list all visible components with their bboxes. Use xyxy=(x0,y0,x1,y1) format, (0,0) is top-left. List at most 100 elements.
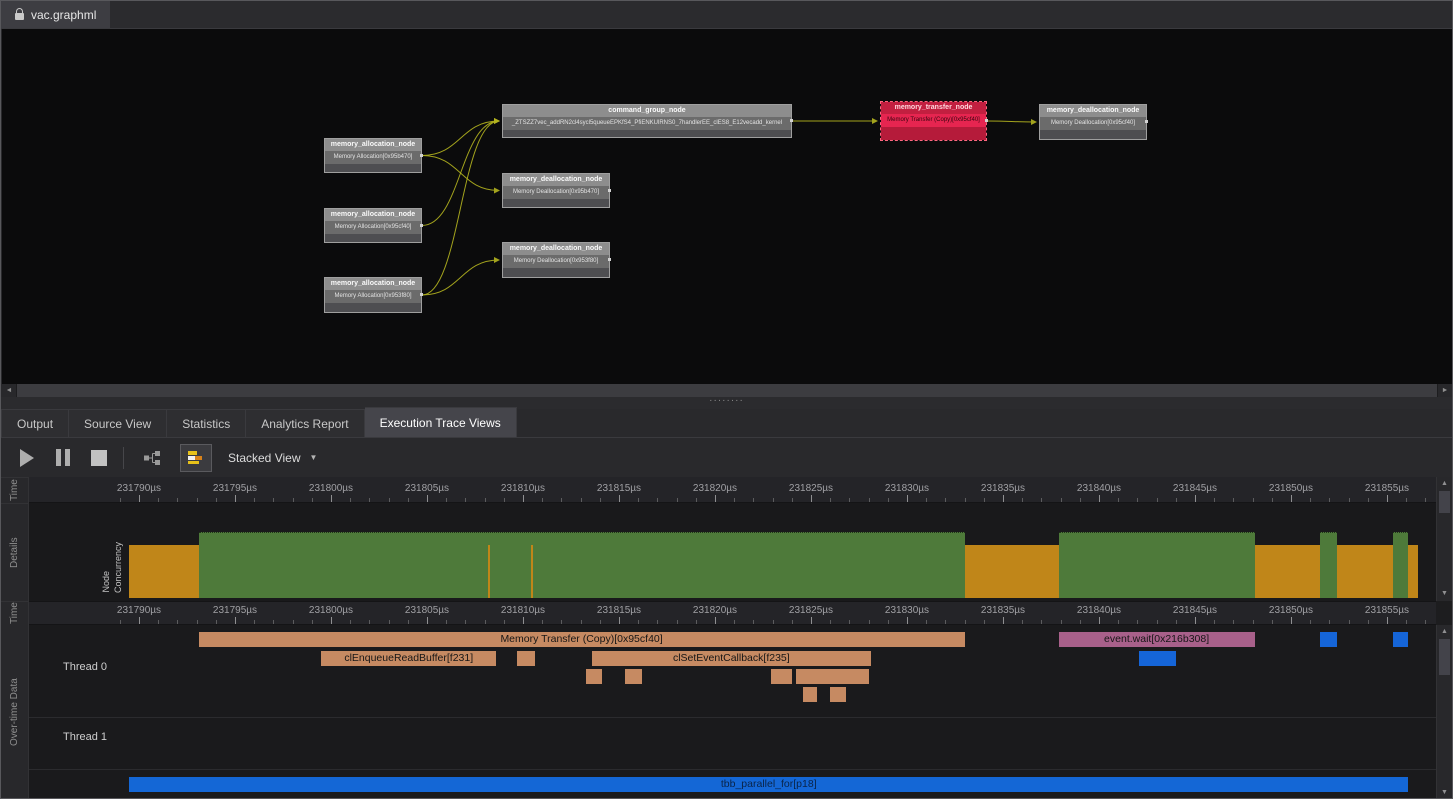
trace-bar[interactable]: clSetEventCallback[f235] xyxy=(592,651,870,666)
ruler-minor-tick xyxy=(273,498,274,502)
ruler-minor-tick xyxy=(849,498,850,502)
trace-bar[interactable]: Memory Transfer (Copy)[0x95cf40] xyxy=(199,632,965,647)
ruler-minor-tick xyxy=(254,498,255,502)
trace-bar[interactable] xyxy=(803,687,816,702)
ruler-minor-tick xyxy=(1272,498,1273,502)
trace-bar[interactable] xyxy=(1393,632,1408,647)
ruler-major-tick xyxy=(1387,617,1388,624)
ruler-major-tick xyxy=(427,617,428,624)
timeline-side-strip: Time Details Time Over-time Data xyxy=(1,477,29,799)
overtime-vertical-scrollbar[interactable]: ▲ ▼ xyxy=(1436,625,1452,799)
scroll-left-icon[interactable]: ◄ xyxy=(2,384,16,397)
ruler-tick-label: 231795µs xyxy=(213,605,257,616)
thread-row-separator xyxy=(29,717,1436,718)
ruler-minor-tick xyxy=(1176,498,1177,502)
trace-bar[interactable] xyxy=(796,669,869,684)
graph-node-d1[interactable]: memory_deallocation_nodeMemory Deallocat… xyxy=(502,173,610,208)
tab-analytics-report[interactable]: Analytics Report xyxy=(246,409,364,437)
tree-view-button[interactable] xyxy=(136,444,168,472)
trace-bar[interactable] xyxy=(1139,651,1175,666)
scroll-up-icon[interactable]: ▲ xyxy=(1437,626,1452,638)
ruler-tick-label: 231800µs xyxy=(309,483,353,494)
ruler-minor-tick xyxy=(197,620,198,624)
graph-node-a2[interactable]: memory_allocation_nodeMemory Allocation[… xyxy=(324,208,422,243)
graph-edge-a1-cg xyxy=(422,121,499,156)
ruler-minor-tick xyxy=(696,620,697,624)
details-vertical-scrollbar[interactable]: ▲ ▼ xyxy=(1436,477,1452,601)
ruler-minor-tick xyxy=(849,620,850,624)
scroll-down-icon[interactable]: ▼ xyxy=(1437,787,1452,799)
trace-bar[interactable] xyxy=(586,669,601,684)
graph-node-a1[interactable]: memory_allocation_nodeMemory Allocation[… xyxy=(324,138,422,173)
ruler-major-tick xyxy=(235,495,236,502)
ruler-minor-tick xyxy=(792,620,793,624)
ruler-tick-label: 231835µs xyxy=(981,483,1025,494)
trace-bar[interactable] xyxy=(517,651,534,666)
ruler-major-tick xyxy=(1099,495,1100,502)
play-button[interactable] xyxy=(15,445,39,471)
ruler-minor-tick xyxy=(1214,498,1215,502)
graph-node-mt[interactable]: memory_transfer_nodeMemory Transfer (Cop… xyxy=(880,101,987,141)
trace-bar[interactable]: event.wait[0x216b308] xyxy=(1059,632,1255,647)
trace-bar[interactable] xyxy=(830,687,845,702)
scroll-up-icon[interactable]: ▲ xyxy=(1437,478,1452,490)
graph-node-cg[interactable]: command_group_node_ZTSZZ7vec_addRN2cl4sy… xyxy=(502,104,792,138)
document-tab-vac-graphml[interactable]: vac.graphml xyxy=(1,1,110,28)
toolbar-separator xyxy=(123,447,124,469)
concurrency-segment xyxy=(1059,532,1255,598)
node-body-text: Memory Allocation[0x95b470] xyxy=(325,151,421,164)
time-ruler-bottom[interactable]: 231790µs231795µs231800µs231805µs231810µs… xyxy=(29,601,1436,625)
scroll-right-icon[interactable]: ► xyxy=(1438,384,1452,397)
stop-button[interactable] xyxy=(87,445,111,471)
ruler-major-tick xyxy=(427,495,428,502)
tab-statistics[interactable]: Statistics xyxy=(167,409,246,437)
pause-icon xyxy=(56,449,70,466)
ruler-minor-tick xyxy=(561,620,562,624)
trace-bar[interactable]: clEnqueueReadBuffer[f231] xyxy=(321,651,496,666)
node-concurrency-chart[interactable] xyxy=(29,530,1436,598)
tab-execution-trace-views[interactable]: Execution Trace Views xyxy=(365,407,517,437)
stacked-view-mode-button[interactable] xyxy=(180,444,212,472)
node-body-text: Memory Allocation[0x95cf40] xyxy=(325,221,421,234)
concurrency-segment xyxy=(1408,545,1418,598)
ruler-tick-label: 231855µs xyxy=(1365,605,1409,616)
node-footer-strip xyxy=(325,234,421,242)
trace-bar[interactable] xyxy=(1320,632,1337,647)
graph-canvas[interactable]: command_group_node_ZTSZZ7vec_addRN2cl4sy… xyxy=(2,29,1452,397)
ruler-minor-tick xyxy=(869,620,870,624)
ruler-minor-tick xyxy=(273,620,274,624)
node-footer-strip xyxy=(325,303,421,312)
ruler-minor-tick xyxy=(1080,498,1081,502)
scroll-down-icon[interactable]: ▼ xyxy=(1437,588,1452,600)
tab-output[interactable]: Output xyxy=(1,409,69,437)
ruler-major-tick xyxy=(619,617,620,624)
node-footer-strip xyxy=(503,130,791,137)
ruler-major-tick xyxy=(907,495,908,502)
scrollbar-thumb[interactable] xyxy=(1439,639,1450,675)
ruler-minor-tick xyxy=(926,498,927,502)
trace-bar[interactable] xyxy=(771,669,792,684)
graph-edges xyxy=(2,29,1452,384)
pause-button[interactable] xyxy=(51,445,75,471)
ruler-minor-tick xyxy=(984,620,985,624)
chevron-down-icon: ▼ xyxy=(310,453,318,462)
ruler-major-tick xyxy=(1291,495,1292,502)
node-footer-strip xyxy=(881,127,986,140)
ruler-minor-tick xyxy=(254,620,255,624)
panel-splitter[interactable]: ········ xyxy=(1,397,1452,409)
tab-source-view[interactable]: Source View xyxy=(69,409,167,437)
node-title: memory_deallocation_node xyxy=(503,174,609,186)
time-ruler-top[interactable]: 231790µs231795µs231800µs231805µs231810µs… xyxy=(29,477,1436,503)
view-mode-dropdown[interactable]: Stacked View ▼ xyxy=(228,451,317,465)
ruler-minor-tick xyxy=(1368,620,1369,624)
ruler-minor-tick xyxy=(312,620,313,624)
graph-node-a3[interactable]: memory_allocation_nodeMemory Allocation[… xyxy=(324,277,422,313)
graph-node-d2[interactable]: memory_deallocation_nodeMemory Deallocat… xyxy=(502,242,610,278)
ruler-minor-tick xyxy=(542,620,543,624)
scrollbar-thumb[interactable] xyxy=(1439,491,1450,513)
trace-bar-tbb-parallel-for[interactable]: tbb_parallel_for[p18] xyxy=(129,777,1408,792)
graph-node-dr[interactable]: memory_deallocation_nodeMemory Deallocat… xyxy=(1039,104,1147,140)
ruler-major-tick xyxy=(1387,495,1388,502)
trace-bar[interactable] xyxy=(625,669,642,684)
ruler-tick-label: 231840µs xyxy=(1077,605,1121,616)
